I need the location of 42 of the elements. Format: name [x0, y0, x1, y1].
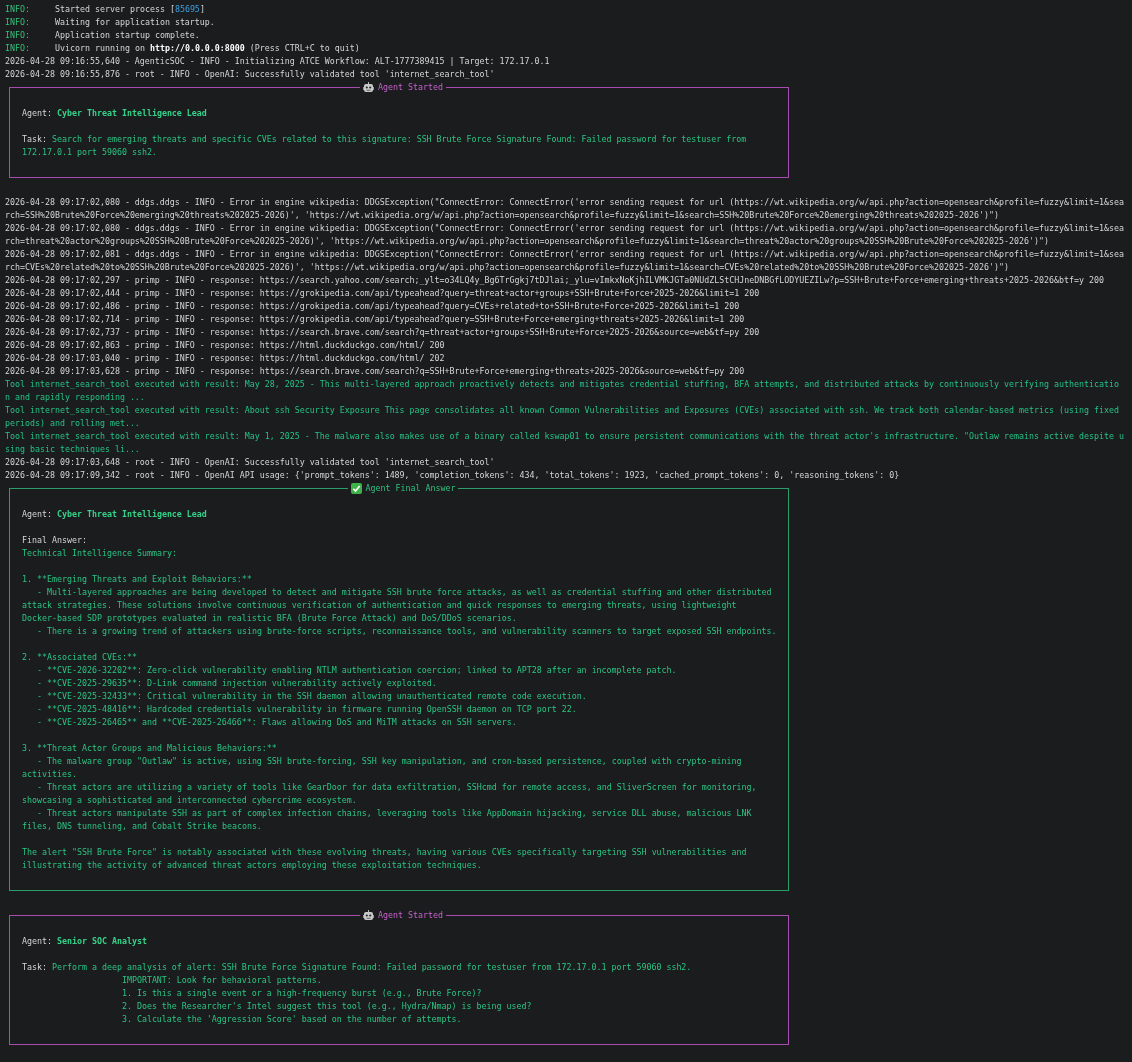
log-message: Waiting for application startup. — [55, 17, 215, 27]
field-label: Final Answer: — [22, 534, 88, 547]
robot-icon — [363, 910, 375, 921]
panel-title: Agent Started — [378, 81, 443, 94]
log-line: 2026-04-28 09:17:03,628 - primp - INFO - response: https://search.brave.com/search?q=SSH+Brute+Force+emerging+threats+2025-2026&source=web&tf=py 200 — [5, 365, 746, 378]
log-line: 2026-04-28 09:17:02,737 - primp - INFO - response: https://search.brave.com/search?q=threat+actor+groups+SSH+Brute+Force+2025-2026&source=web&tf=py 200 — [5, 326, 761, 339]
log-level: INFO: — [5, 3, 31, 16]
field-label: Agent: — [22, 509, 52, 519]
field-label: Agent: — [22, 936, 52, 946]
log-line: 2026-04-28 09:17:02,714 - primp - INFO - response: https://grokipedia.com/api/typeahead?query=SSH+Brute+Force+emerging+threats+2025-2026&limit=1 200 — [5, 313, 746, 326]
agent-name: Senior SOC Analyst — [57, 936, 147, 946]
log-line: 2026-04-28 09:17:09,342 - root - INFO - OpenAI API usage: {'prompt_tokens': 1489, 'completion_tokens': 434, 'total_tokens': 1923, 'cached_prompt_tokens': 0, 'reasoning_tokens': 0} — [5, 469, 901, 482]
log-line: 2026-04-28 09:17:02,444 - primp - INFO - response: https://grokipedia.com/api/typeahead?query=threat+actor+groups+SSH+Brute+Force+2025-2026&limit=1 200 — [5, 287, 761, 300]
log-line: 2026-04-28 09:17:02,080 - ddgs.ddgs - INFO - Error in engine wikipedia: DDGSException("ConnectError: ConnectError('error sending request for url (https://wt.wikipedia.org/w/api.php?action=opensearch&profile=fuzzy&limit=1&search=threat%20actor%20groups%20SSH%20Brute%20Force%202025-2026)', 'https://wt.wikipedia.org/w/api.php?action=opensearch&profile=fuzzy&limit=1&search=threat%20actor%20groups%20SSH%20Brute%20Force%202025-2026')") — [5, 222, 1125, 248]
log-level: INFO: — [5, 42, 31, 55]
robot-icon — [363, 82, 375, 93]
tool-result-line: Tool internet_search_tool executed with result: May 28, 2025 - This multi-layered approach proactively detects and mitigates credential stuffing, BFA attempts, and distributed attacks by continuously verifying authentication and rapidly responding ... — [5, 378, 1120, 404]
log-message: Started server process [85695] — [55, 4, 205, 14]
log-message: Application startup complete. — [55, 30, 200, 40]
log-line: 2026-04-28 09:16:55,640 - AgenticSOC - INFO - Initializing ATCE Workflow: ALT-1777389415 | Target: 172.17.0.1 — [5, 55, 551, 68]
agent-name: Cyber Threat Intelligence Lead — [57, 509, 207, 519]
field-label: Agent: — [22, 108, 52, 118]
log-line: 2026-04-28 09:17:02,081 - ddgs.ddgs - INFO - Error in engine wikipedia: DDGSException("ConnectError: ConnectError('error sending request for url (https://wt.wikipedia.org/w/api.php?action=opensearch&profile=fuzzy&limit=1&search=CVEs%20related%20to%20SSH%20Brute%20Force%202025-2026)', 'https://wt.wikipedia.org/w/api.php?action=opensearch&profile=fuzzy&limit=1&search=CVEs%20related%20to%20SSH%20Brute%20Force%202025-2026')") — [5, 248, 1125, 274]
log-line: 2026-04-28 09:17:03,040 - primp - INFO - response: https://html.duckduckgo.com/html/ 202 — [5, 352, 446, 365]
task-text: Task: Search for emerging threats and specific CVEs related to this signature: SSH Brute Force Signature Found: Failed password for testuser from 172.17.0.1 port 59060 ssh2. — [22, 133, 748, 159]
panel-title: Agent Final Answer — [365, 482, 456, 495]
log-line: 2026-04-28 09:16:55,876 - root - INFO - OpenAI: Successfully validated tool 'internet_search_tool' — [5, 68, 496, 81]
log-line: 2026-04-28 09:17:02,863 - primp - INFO - response: https://html.duckduckgo.com/html/ 200 — [5, 339, 446, 352]
log-line: 2026-04-28 09:17:02,486 - primp - INFO - response: https://grokipedia.com/api/typeahead?query=CVEs+related+to+SSH+Brute+Force+2025-2026&limit=1 200 — [5, 300, 741, 313]
log-line: 2026-04-28 09:17:02,080 - ddgs.ddgs - INFO - Error in engine wikipedia: DDGSException("ConnectError: ConnectError('error sending request for url (https://wt.wikipedia.org/w/api.php?action=opensearch&profile=fuzzy&limit=1&search=SSH%20Brute%20Force%20emerging%20threats%202025-2026)', 'https://wt.wikipedia.org/w/api.php?action=opensearch&profile=fuzzy&limit=1&search=SSH%20Brute%20Force%20emerging%20threats%202025-2026')") — [5, 196, 1125, 222]
log-message: Uvicorn running on http://0.0.0.0:8000 (Press CTRL+C to quit) — [55, 43, 360, 53]
tool-result-line: Tool internet_search_tool executed with result: About ssh Security Exposure This page consolidates all known Common Vulnerabilities and Exposures (CVEs) associated with ssh. We track both calendar-based metrics (using fixed periods) and rolling met... — [5, 404, 1120, 430]
log-line: 2026-04-28 09:17:03,648 - root - INFO - OpenAI: Successfully validated tool 'internet_search_tool' — [5, 456, 496, 469]
answer-text: Technical Intelligence Summary: 1. **Emerging Threats and Exploit Behaviors:** - Multi-layered approaches are being developed to detect and mitigate SSH brute force attacks, as well as credential stuffing and other distributed attack strategies. These solutions involve continuous verification of authentication and quick responses to emerging threats, using lightweight Docker-based SDP prototypes evaluated in realistic BFA (Brute Force Attack) and DoS/DDoS scenarios. - There is a growing trend of attackers using brute-force scripts, reconnaissance tools, and vulnerability scanners to target exposed SSH endpoints. 2. **Associated CVEs:** - **CVE-2026-32202**: Zero-click vulnerability enabling NTLM authentication coercion; linked to APT28 after an incomplete patch. - **CVE-2025-29635**: D-Link command injection vulnerability actively exploited. - **CVE-2025-32433**: Critical vulnerability in the SSH daemon allowing unauthenticated remote code execution. - **CVE-2025-48416**: Hardcoded credentials vulnerability in firmware running OpenSSH daemon on TCP port 22. - **CVE-2025-26465** and **CVE-2025-26466**: Flaws allowing DoS and MiTM attacks on SSH servers. 3. **Threat Actor Groups and Malicious Behaviors:** - The malware group "Outlaw" is active, using SSH brute-forcing, SSH key manipulation, and cron-based persistence, coupled with crypto-mining activities. - Threat actors are utilizing a variety of tools like GearDoor for data exfiltration, SSHcmd for remote access, and SliverScreen for monitoring, showcasing a sophisticated and interconnected cybercrime ecosystem. - Threat actors manipulate SSH as part of complex infection chains, leveraging tools like AppDomain hijacking, service DLL abuse, malicious LNK files, DNS tunneling, and Cobalt Strike beacons. The alert "SSH Brute Force" is notably associated with these evolving threats, having various CVEs specifically targeting SSH vulnerabilities and illustrating the activity of advanced threat actors employing these exploitation techniques. — [22, 547, 778, 872]
log-level: INFO: — [5, 16, 31, 29]
log-line: 2026-04-28 09:17:02,297 - primp - INFO - response: https://search.yahoo.com/search;_ylt=o34LQ4y_Bg6TrGgkj7tDJlai;_ylu=vImkxNoKjhILVMKJGTa0NUdZLStCHJneDNBGfLODYUEZILw?p=SSH+Brute+Force+emerging+threats+2025-2026&btf=y 200 — [5, 274, 1105, 287]
panel-title: Agent Started — [378, 909, 443, 922]
tool-result-line: Tool internet_search_tool executed with result: May 1, 2025 - The malware also makes use of a binary called kswap01 to ensure persistent communications with the threat actor's infrastructure. "Outlaw remains active despite using basic techniques li... — [5, 430, 1125, 456]
task-text: Task: Perform a deep analysis of alert: SSH Brute Force Signature Found: Failed password for testuser from 172.17.0.1 port 59060 ssh2. IMPORTANT: Look for behavioral patterns. 1. Is this a single event or a high-frequency burst (e.g., Brute Force)? 2. Does the Researcher's Intel suggest this tool (e.g., Hydra/Nmap) is being used? 3. Calculate the 'Aggression Score' based on the number of attempts. — [22, 961, 693, 1026]
check-icon — [350, 483, 362, 494]
log-level: INFO: — [5, 29, 31, 42]
agent-name: Cyber Threat Intelligence Lead — [57, 108, 207, 118]
